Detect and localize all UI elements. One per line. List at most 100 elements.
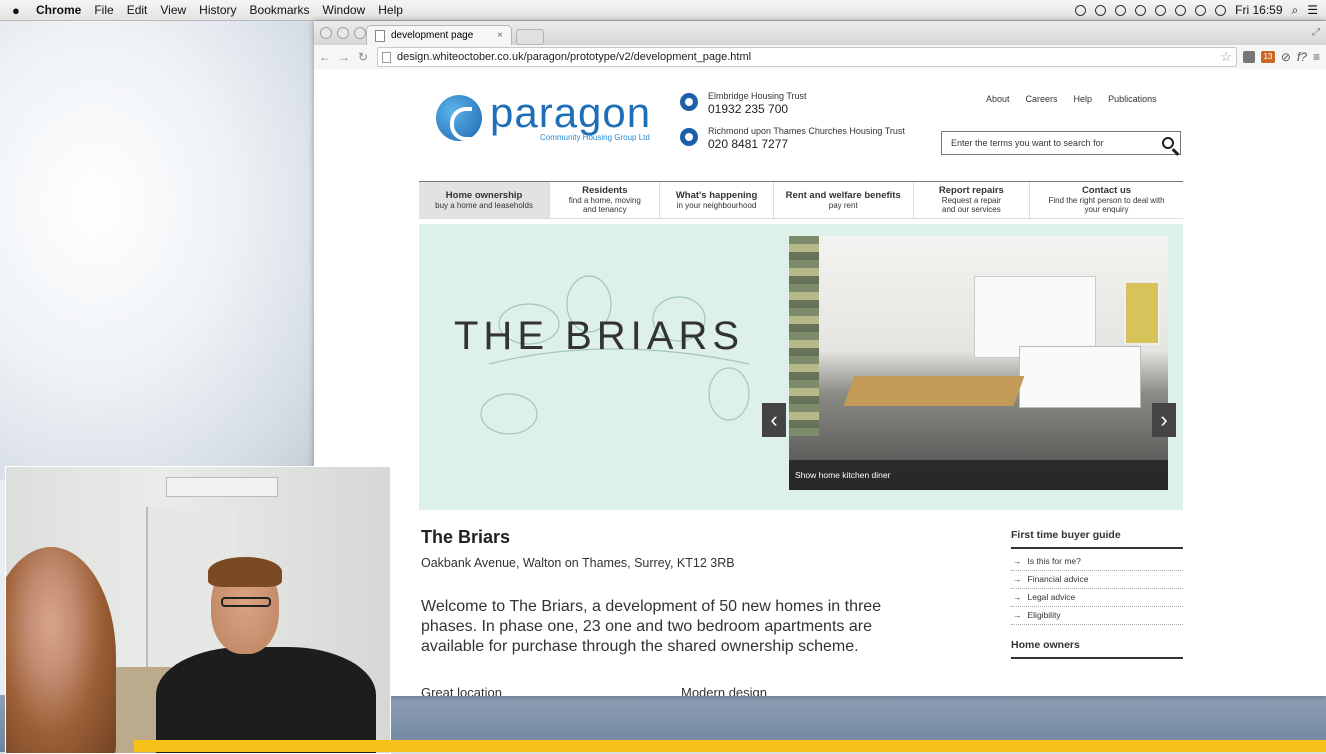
logo-name: paragon xyxy=(490,89,652,136)
contact-org: Richmond upon Thames Churches Housing Tr… xyxy=(708,126,905,136)
link-help[interactable]: Help xyxy=(1074,94,1093,104)
arrow-right-icon: → xyxy=(1013,592,1022,602)
status-icon[interactable] xyxy=(1115,4,1127,16)
fullscreen-icon[interactable]: ⤢ xyxy=(1312,27,1320,38)
forward-button[interactable]: → xyxy=(336,50,352,64)
browser-toolbar: ← → ↻ design.whiteoctober.co.uk/paragon/… xyxy=(314,45,1326,70)
link-publications[interactable]: Publications xyxy=(1108,94,1157,104)
address-bar[interactable]: design.whiteoctober.co.uk/paragon/protot… xyxy=(377,47,1237,67)
hero-title: THE BRIARS xyxy=(454,314,745,358)
arrow-right-icon: → xyxy=(1013,574,1022,584)
link-careers[interactable]: Careers xyxy=(1026,94,1058,104)
search-icon[interactable] xyxy=(1162,137,1174,149)
tab-title: development page xyxy=(391,30,474,41)
guide-title: First time buyer guide xyxy=(1011,529,1121,541)
guide-link[interactable]: → Is this for me? xyxy=(1011,553,1183,571)
extension-icon[interactable]: f? xyxy=(1297,50,1307,64)
contact-richmond: Richmond upon Thames Churches Housing Tr… xyxy=(680,126,905,151)
app-menu[interactable]: Chrome xyxy=(36,3,81,17)
extension-icon[interactable] xyxy=(1242,51,1255,63)
extension-icon[interactable]: ⊘ xyxy=(1281,50,1291,64)
owners-title: Home owners xyxy=(1011,639,1080,651)
location-icon xyxy=(680,128,698,146)
nav-contact-us[interactable]: Contact us Find the right person to deal … xyxy=(1030,182,1183,218)
development-address: Oakbank Avenue, Walton on Thames, Surrey… xyxy=(421,556,735,570)
development-intro: Welcome to The Briars, a development of … xyxy=(421,598,882,655)
tab-close-button[interactable]: × xyxy=(497,30,503,41)
status-icon[interactable] xyxy=(1155,4,1167,16)
menu-edit[interactable]: Edit xyxy=(127,3,148,17)
volume-icon[interactable] xyxy=(1195,4,1207,16)
browser-window: development page × ⤢ ← → ↻ design.whiteo… xyxy=(314,21,1326,696)
carousel-prev-button[interactable]: ‹ xyxy=(762,403,786,437)
spotlight-search-icon[interactable]: ⌕ xyxy=(1292,3,1299,18)
page-icon xyxy=(382,51,391,63)
paragon-logo-icon xyxy=(436,94,482,141)
contact-phone[interactable]: 01932 235 700 xyxy=(708,102,807,116)
notification-center-icon[interactable]: ☰ xyxy=(1307,3,1318,17)
menu-file[interactable]: File xyxy=(94,3,113,17)
extension-badge-icon[interactable]: 13 xyxy=(1260,51,1275,63)
bookmark-star-icon[interactable]: ☆ xyxy=(1220,49,1232,65)
leaf-illustration xyxy=(480,275,750,435)
logo-subtitle: Community Housing Group Ltd xyxy=(540,133,650,142)
browser-titlebar: development page × ⤢ xyxy=(314,21,1326,45)
back-button[interactable]: ← xyxy=(317,50,333,64)
photo-caption: Show home kitchen diner xyxy=(789,460,1168,490)
menu-history[interactable]: History xyxy=(199,3,236,17)
guide-link[interactable]: → Eligibility xyxy=(1011,607,1183,625)
menu-icon[interactable]: ≡ xyxy=(1313,50,1320,64)
nav-home-ownership[interactable]: Home ownership buy a home and leaseholds xyxy=(419,182,551,218)
menubar-clock[interactable]: Fri 16:59 xyxy=(1235,3,1282,17)
menu-view[interactable]: View xyxy=(160,3,186,17)
nav-report-repairs[interactable]: Report repairs Request a repair and our s… xyxy=(914,182,1030,218)
extensions-area: 13 ⊘ f? ≡ xyxy=(1242,50,1320,64)
battery-icon[interactable] xyxy=(1215,4,1227,16)
contact-elmbridge: Elmbridge Housing Trust 01932 235 700 xyxy=(680,91,807,116)
minimize-window-button[interactable] xyxy=(337,27,349,39)
new-tab-button[interactable] xyxy=(516,29,544,45)
nav-rent-welfare[interactable]: Rent and welfare benefits pay rent xyxy=(774,182,914,218)
nav-whats-happening[interactable]: What's happening in your neighbourhood xyxy=(660,182,774,218)
site-search-input[interactable]: Enter the terms you want to search for xyxy=(941,131,1181,155)
wallpaper-paper xyxy=(0,20,315,480)
url-text: design.whiteoctober.co.uk/paragon/protot… xyxy=(397,51,752,63)
main-navigation: Home ownership buy a home and leaseholds … xyxy=(419,181,1183,219)
link-about[interactable]: About xyxy=(986,94,1010,104)
development-title: The Briars xyxy=(421,527,511,547)
status-icon[interactable] xyxy=(1135,4,1147,16)
contact-phone[interactable]: 020 8481 7277 xyxy=(708,137,905,151)
window-controls xyxy=(320,27,366,39)
subhead-location: Great location xyxy=(421,685,502,696)
subhead-design: Modern design xyxy=(681,685,767,696)
apple-menu-icon[interactable]: ● xyxy=(12,3,26,18)
webcam-video xyxy=(5,466,391,754)
phone-icon xyxy=(680,93,698,111)
top-links: About Careers Help Publications xyxy=(986,94,1157,104)
hero-banner: THE BRIARS Show home kitchen diner ‹ › xyxy=(419,224,1183,510)
nav-residents[interactable]: Residents find a home, moving and tenancy xyxy=(550,182,661,218)
kitchen-photo: Show home kitchen diner xyxy=(789,236,1168,490)
mac-menubar: ● Chrome File Edit View History Bookmark… xyxy=(0,0,1326,21)
page-icon xyxy=(375,29,385,42)
wifi-icon[interactable] xyxy=(1175,4,1187,16)
menu-window[interactable]: Window xyxy=(323,3,366,17)
menu-bookmarks[interactable]: Bookmarks xyxy=(250,3,310,17)
guide-link[interactable]: → Legal advice xyxy=(1011,589,1183,607)
arrow-right-icon: → xyxy=(1013,556,1022,566)
yellow-banner xyxy=(134,740,1326,752)
menu-help[interactable]: Help xyxy=(378,3,403,17)
guide-link[interactable]: → Financial advice xyxy=(1011,571,1183,589)
browser-tab[interactable]: development page × xyxy=(366,25,512,45)
contact-org: Elmbridge Housing Trust xyxy=(708,91,807,101)
search-placeholder: Enter the terms you want to search for xyxy=(951,138,1104,148)
sidebar: First time buyer guide → Is this for me? … xyxy=(1011,529,1183,663)
status-icon[interactable] xyxy=(1075,4,1087,16)
carousel-next-button[interactable]: › xyxy=(1152,403,1176,437)
reload-button[interactable]: ↻ xyxy=(355,50,371,64)
close-window-button[interactable] xyxy=(320,27,332,39)
status-icon[interactable] xyxy=(1095,4,1107,16)
paragon-logo[interactable]: paragon Community Housing Group Ltd xyxy=(436,89,652,142)
zoom-window-button[interactable] xyxy=(354,27,366,39)
web-page: paragon Community Housing Group Ltd Elmb… xyxy=(314,69,1326,696)
